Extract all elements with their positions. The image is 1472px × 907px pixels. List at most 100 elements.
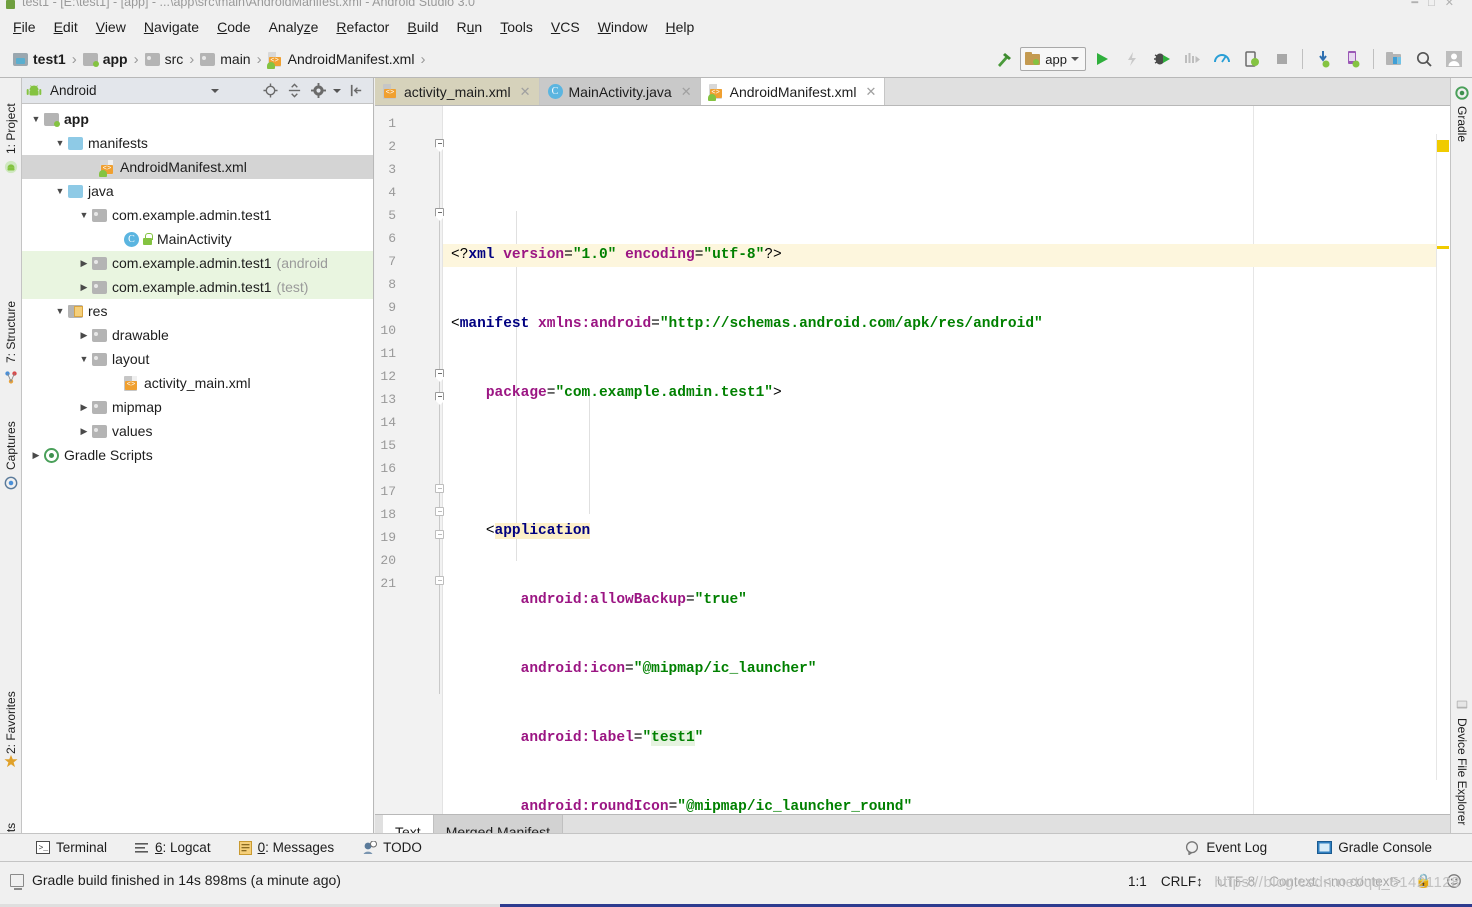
attach-debugger-button[interactable] xyxy=(1238,45,1266,73)
tool-tab-structure[interactable]: 7: Structure xyxy=(1,268,21,363)
menu-refactor[interactable]: Refactor xyxy=(327,16,398,38)
run-configuration-selector[interactable]: app xyxy=(1020,47,1086,71)
run-button[interactable] xyxy=(1088,45,1116,73)
tree-item-layout[interactable]: ▼ layout xyxy=(22,347,373,371)
chevron-down-icon[interactable] xyxy=(211,89,219,93)
inspection-face-icon[interactable] xyxy=(1446,873,1462,889)
tool-tab-captures[interactable]: Captures xyxy=(1,398,21,470)
tree-item-res[interactable]: ▼ res xyxy=(22,299,373,323)
menu-edit[interactable]: Edit xyxy=(45,16,87,38)
search-everywhere-button[interactable] xyxy=(1410,45,1438,73)
build-hammer-button[interactable] xyxy=(990,45,1018,73)
sdk-manager-button[interactable] xyxy=(1380,45,1408,73)
tree-item-drawable[interactable]: ▶ drawable xyxy=(22,323,373,347)
tree-item-values[interactable]: ▶ values xyxy=(22,419,373,443)
tree-item-package-main[interactable]: ▼ com.example.admin.test1 xyxy=(22,203,373,227)
tree-item-app[interactable]: ▼ app xyxy=(22,107,373,131)
chevron-right-icon[interactable]: ▶ xyxy=(76,330,92,341)
code-line[interactable]: <application xyxy=(443,520,1450,543)
editor-tab-androidmanifest-xml[interactable]: <> AndroidManifest.xml ✕ xyxy=(701,78,886,105)
menu-code[interactable]: Code xyxy=(208,16,259,38)
tool-tab-project[interactable]: 1: Project xyxy=(1,82,21,154)
bottom-tab-todo[interactable]: TODO xyxy=(348,840,436,855)
editor-gutter[interactable]: 1 2 3 4 5 6 7 8 9 10 11 12 13 14 15 16 1… xyxy=(375,106,443,814)
line-separator-selector[interactable]: CRLF↕ xyxy=(1161,874,1203,889)
code-editor[interactable]: 1 2 3 4 5 6 7 8 9 10 11 12 13 14 15 16 1… xyxy=(375,106,1450,814)
window-controls[interactable]: ━□✕ xyxy=(1412,0,1464,9)
breadcrumb-item-project[interactable]: test1 xyxy=(10,51,69,67)
sync-gradle-button[interactable] xyxy=(1309,45,1337,73)
code-line[interactable] xyxy=(443,451,1450,474)
tree-item-package-androidtest[interactable]: ▶ com.example.admin.test1 (android xyxy=(22,251,373,275)
editor-marker-bar[interactable] xyxy=(1436,134,1450,780)
bottom-tab-logcat[interactable]: 6: Logcat xyxy=(121,840,225,855)
code-line[interactable]: package="com.example.admin.test1"> xyxy=(443,382,1450,405)
chevron-right-icon[interactable]: ▶ xyxy=(76,258,92,269)
apply-changes-button[interactable] xyxy=(1118,45,1146,73)
chevron-down-icon[interactable]: ▼ xyxy=(52,138,68,148)
menu-tools[interactable]: Tools xyxy=(491,16,542,38)
menu-window[interactable]: Window xyxy=(589,16,657,38)
marker-stripe[interactable] xyxy=(1437,246,1449,249)
menu-file[interactable]: File xyxy=(4,16,45,38)
build-status-message[interactable]: Gradle build finished in 14s 898ms (a mi… xyxy=(10,872,341,888)
stop-button[interactable] xyxy=(1268,45,1296,73)
tree-item-package-test[interactable]: ▶ com.example.admin.test1 (test) xyxy=(22,275,373,299)
close-icon[interactable]: ✕ xyxy=(520,84,531,100)
avd-manager-button[interactable] xyxy=(1339,45,1367,73)
hide-panel-button[interactable] xyxy=(347,82,365,100)
editor-tab-mainactivity-java[interactable]: C MainActivity.java ✕ xyxy=(540,78,701,105)
debug-button[interactable] xyxy=(1148,45,1176,73)
chevron-right-icon[interactable]: ▶ xyxy=(28,450,44,461)
chevron-right-icon[interactable]: ▶ xyxy=(76,402,92,413)
breadcrumb-item-src[interactable]: src xyxy=(142,51,187,67)
breadcrumb-item-main[interactable]: main xyxy=(197,51,253,67)
breadcrumb-item-file[interactable]: <> AndroidManifest.xml xyxy=(265,51,418,67)
caret-position[interactable]: 1:1 xyxy=(1128,874,1147,889)
project-view-selector-label[interactable]: Android xyxy=(50,83,97,98)
encoding-selector[interactable]: UTF-8 xyxy=(1217,874,1255,889)
profiler-button[interactable] xyxy=(1208,45,1236,73)
chevron-down-icon[interactable]: ▼ xyxy=(52,306,68,316)
menu-build[interactable]: Build xyxy=(398,16,447,38)
chevron-right-icon[interactable]: ▶ xyxy=(76,282,92,293)
tree-item-mainactivity[interactable]: C MainActivity xyxy=(22,227,373,251)
tree-item-androidmanifest-xml[interactable]: <> AndroidManifest.xml xyxy=(22,155,373,179)
context-indicator[interactable]: Context: <no context> xyxy=(1269,874,1401,889)
menu-vcs[interactable]: VCS xyxy=(542,16,589,38)
chevron-down-icon[interactable]: ▼ xyxy=(28,114,44,124)
run-with-coverage-button[interactable] xyxy=(1178,45,1206,73)
menu-help[interactable]: Help xyxy=(657,16,704,38)
breadcrumb-item-module[interactable]: app xyxy=(80,51,131,67)
code-line[interactable]: android:allowBackup="true" xyxy=(443,589,1450,612)
lock-icon[interactable]: 🔒 xyxy=(1415,873,1432,889)
tree-item-java[interactable]: ▼ java xyxy=(22,179,373,203)
bottom-tab-gradle-console[interactable]: Gradle Console xyxy=(1303,840,1446,855)
tool-tab-gradle[interactable]: Gradle xyxy=(1452,106,1472,164)
user-account-button[interactable] xyxy=(1440,45,1468,73)
gear-icon[interactable] xyxy=(309,82,327,100)
chevron-down-icon[interactable]: ▼ xyxy=(76,354,92,364)
menu-navigate[interactable]: Navigate xyxy=(135,16,208,38)
marker-highlight[interactable] xyxy=(1437,140,1449,152)
tree-item-activity-main-xml[interactable]: <> activity_main.xml xyxy=(22,371,373,395)
chevron-down-icon[interactable]: ▼ xyxy=(52,186,68,196)
tree-item-manifests[interactable]: ▼ manifests xyxy=(22,131,373,155)
tree-item-mipmap[interactable]: ▶ mipmap xyxy=(22,395,373,419)
editor-tab-activity-main-xml[interactable]: <> activity_main.xml ✕ xyxy=(375,78,540,105)
close-icon[interactable]: ✕ xyxy=(865,84,876,100)
menu-view[interactable]: View xyxy=(87,16,135,38)
bottom-tab-event-log[interactable]: Event Log xyxy=(1171,840,1281,855)
close-icon[interactable]: ✕ xyxy=(681,84,692,100)
collapse-all-button[interactable] xyxy=(285,82,303,100)
chevron-down-icon[interactable] xyxy=(1071,57,1079,61)
project-tree[interactable]: ▼ app ▼ manifests <> AndroidManifest.xml… xyxy=(22,105,373,848)
code-line[interactable]: android:roundIcon="@mipmap/ic_launcher_r… xyxy=(443,796,1450,814)
code-text[interactable]: <?xml version="1.0" encoding="utf-8"?> <… xyxy=(443,106,1450,814)
bottom-tab-messages[interactable]: 0: Messages xyxy=(225,840,349,855)
tool-tab-favorites[interactable]: 2: Favorites xyxy=(1,668,21,754)
tree-item-gradle-scripts[interactable]: ▶ Gradle Scripts xyxy=(22,443,373,467)
menu-analyze[interactable]: Analyze xyxy=(260,16,328,38)
scroll-from-source-button[interactable] xyxy=(261,82,279,100)
code-line[interactable]: <manifest xmlns:android="http://schemas.… xyxy=(443,313,1450,336)
